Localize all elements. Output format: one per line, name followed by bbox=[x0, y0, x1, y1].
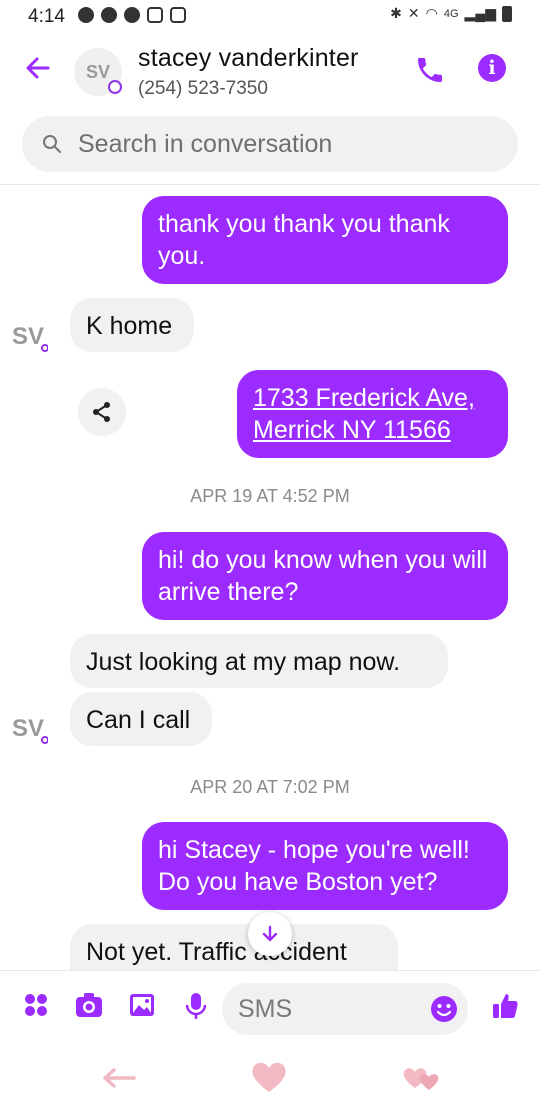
back-button[interactable] bbox=[22, 52, 54, 84]
nav-home-heart-icon[interactable] bbox=[250, 1060, 288, 1094]
date-separator: APR 20 AT 7:02 PM bbox=[190, 777, 350, 797]
share-icon bbox=[93, 402, 110, 422]
sms-input[interactable] bbox=[238, 983, 418, 1035]
share-button[interactable] bbox=[78, 388, 126, 436]
thumbs-up-icon bbox=[493, 994, 518, 1018]
sms-input-box[interactable] bbox=[222, 983, 468, 1035]
bluetooth-icon: ✱ bbox=[390, 5, 402, 21]
incoming-message[interactable]: Just looking at my map now. bbox=[70, 634, 448, 688]
scroll-to-bottom-button[interactable] bbox=[248, 912, 292, 956]
outgoing-message[interactable]: hi! do you know when you will arrive the… bbox=[142, 532, 508, 620]
outgoing-message[interactable]: thank you thank you thank you. bbox=[142, 196, 508, 284]
search-icon bbox=[43, 135, 61, 153]
like-button[interactable] bbox=[490, 991, 522, 1023]
apps-button[interactable] bbox=[22, 991, 54, 1023]
info-button[interactable]: i bbox=[478, 54, 506, 82]
instagram-notification-icon bbox=[147, 7, 163, 23]
app-notification-icon bbox=[101, 7, 117, 23]
wifi-icon: ◠ bbox=[425, 5, 438, 21]
apps-icon bbox=[25, 994, 47, 1016]
search-input[interactable] bbox=[78, 116, 498, 172]
header-divider bbox=[0, 184, 540, 185]
camera-button[interactable] bbox=[74, 991, 106, 1023]
address-link[interactable]: 1733 Frederick Ave, bbox=[253, 382, 492, 414]
address-link[interactable]: Merrick NY 11566 bbox=[253, 414, 492, 446]
network-label: 4G bbox=[443, 7, 459, 20]
nav-back-icon[interactable] bbox=[100, 1066, 136, 1090]
status-bar: 4:14 ✱ ✕ ◠ 4G ▂▄▆ bbox=[0, 0, 540, 34]
message-text: Not yet. Traffic accident bbox=[86, 938, 347, 966]
message-text: Can I call bbox=[86, 706, 191, 734]
app-notification-icon bbox=[124, 7, 140, 23]
phone-icon bbox=[418, 58, 442, 82]
sms-badge-icon bbox=[108, 80, 122, 94]
system-icons: ✱ ✕ ◠ 4G ▂▄▆ bbox=[390, 5, 512, 22]
incoming-message[interactable]: K home bbox=[70, 298, 194, 352]
message-text: Just looking at my map now. bbox=[86, 648, 401, 676]
info-icon: i bbox=[488, 57, 496, 79]
nav-recents-hearts-icon[interactable] bbox=[402, 1064, 442, 1092]
gallery-notification-icon bbox=[170, 7, 186, 23]
mute-icon: ✕ bbox=[407, 5, 420, 21]
emoji-icon[interactable] bbox=[430, 995, 458, 1023]
notification-icons bbox=[78, 7, 186, 23]
outgoing-message[interactable]: 1733 Frederick Ave, Merrick NY 11566 bbox=[237, 370, 508, 458]
status-time: 4:14 bbox=[28, 6, 65, 27]
message-composer bbox=[0, 971, 540, 1043]
image-icon bbox=[130, 994, 154, 1016]
contact-phone: (254) 523-7350 bbox=[138, 78, 268, 99]
message-text: thank you thank you thank you. bbox=[158, 210, 450, 270]
svg-text:SV: SV bbox=[12, 715, 44, 742]
incoming-message[interactable]: Can I call bbox=[70, 692, 212, 746]
message-text: K home bbox=[86, 312, 173, 340]
arrow-down-icon bbox=[262, 925, 278, 942]
incoming-message[interactable]: Not yet. Traffic accident bbox=[70, 924, 398, 970]
sender-avatar-icon: SV bbox=[12, 715, 48, 744]
system-navigation-bar bbox=[0, 1044, 540, 1110]
messenger-notification-icon bbox=[78, 7, 94, 23]
outgoing-message[interactable]: hi Stacey - hope you're well! Do you hav… bbox=[142, 822, 508, 910]
call-button[interactable] bbox=[414, 54, 446, 86]
gallery-button[interactable] bbox=[128, 991, 160, 1023]
mic-icon bbox=[185, 993, 207, 1019]
message-text: hi! do you know when you will arrive the… bbox=[158, 546, 488, 606]
voice-button[interactable] bbox=[182, 991, 214, 1023]
battery-icon bbox=[502, 5, 512, 22]
sender-avatar-icon: SV bbox=[12, 323, 48, 352]
message-text: hi Stacey - hope you're well! Do you hav… bbox=[158, 836, 470, 896]
contact-name[interactable]: stacey vanderkinter bbox=[138, 44, 359, 73]
date-separator: APR 19 AT 4:52 PM bbox=[190, 486, 350, 506]
search-bar[interactable] bbox=[22, 116, 518, 172]
svg-text:SV: SV bbox=[12, 323, 44, 350]
signal-icon: ▂▄▆ bbox=[464, 5, 496, 21]
camera-icon bbox=[76, 993, 102, 1017]
arrow-left-icon bbox=[26, 57, 50, 79]
conversation-header: SV stacey vanderkinter (254) 523-7350 i bbox=[0, 34, 540, 104]
